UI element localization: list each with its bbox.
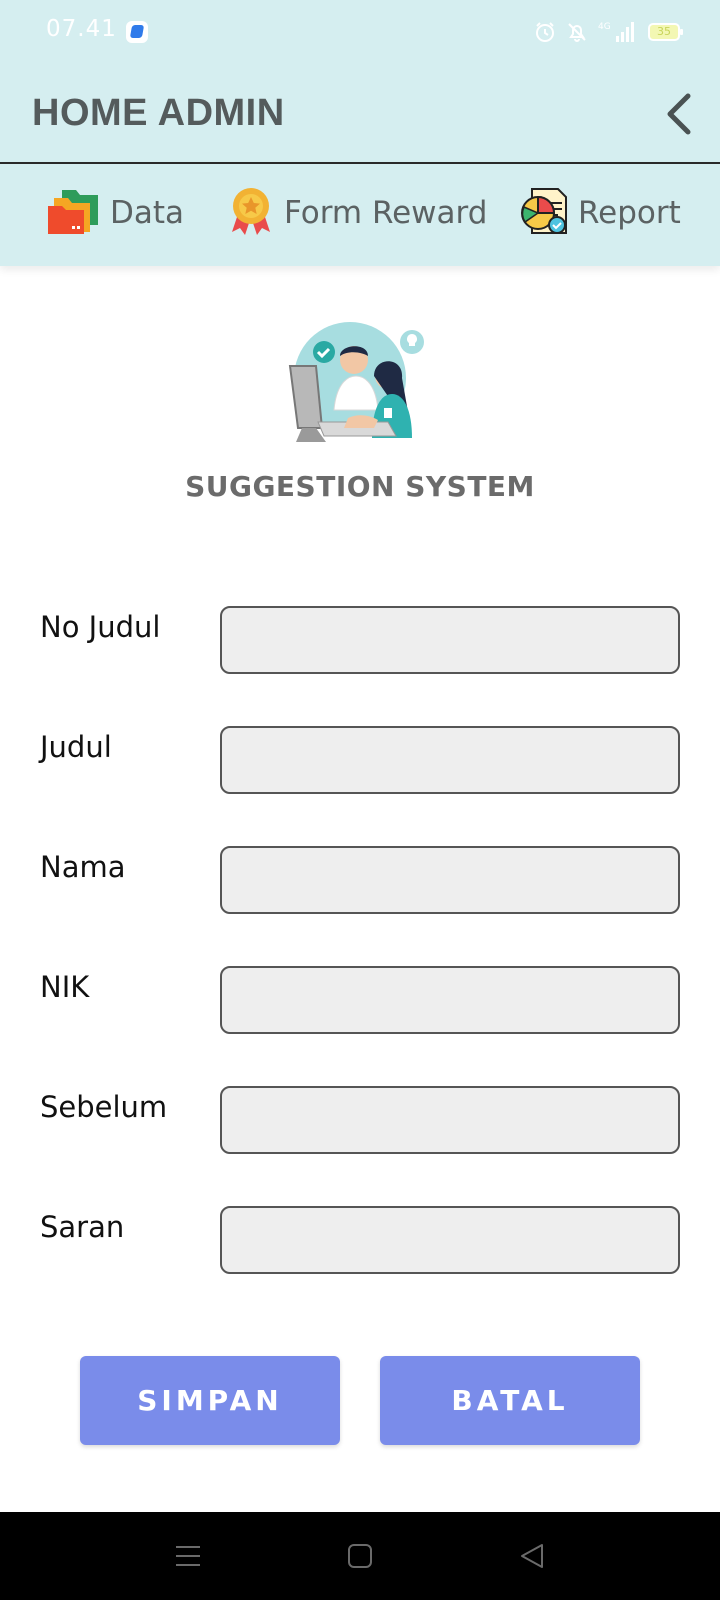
top-menu: Data Form Reward Report [0,164,720,266]
nama-input[interactable] [220,846,680,914]
page-title: SUGGESTION SYSTEM [185,470,535,503]
menu-item-label: Report [578,195,681,231]
status-bar: 07.41 4G 35 [0,0,720,64]
field-label: Judul [40,730,112,764]
form-row-no-judul: No Judul [0,606,720,676]
form-row-nama: Nama [0,846,720,916]
back-triangle-icon[interactable] [516,1540,548,1572]
app-bar: HOME ADMIN [0,64,720,164]
chevron-left-icon [667,93,691,135]
status-time: 07.41 [46,16,117,42]
save-button[interactable]: SIMPAN [80,1356,340,1445]
status-icons: 4G 35 [534,18,683,46]
menu-item-label: Form Reward [284,195,488,231]
judul-input[interactable] [220,726,680,794]
suggestion-illustration [288,318,434,452]
back-button[interactable] [660,90,696,138]
menu-icon[interactable] [172,1540,204,1572]
menu-item-data[interactable]: Data [48,186,184,240]
menu-item-report[interactable]: Report [520,186,681,240]
battery-icon: 35 [648,23,683,41]
menu-item-label: Data [110,195,185,231]
form-row-judul: Judul [0,726,720,796]
field-label: Sebelum [40,1090,168,1124]
network-type-label: 4G [598,22,611,32]
menu-item-form-reward[interactable]: Form Reward [228,186,487,240]
saran-input[interactable] [220,1206,680,1274]
form-row-saran: Saran [0,1206,720,1276]
page-header-title: HOME ADMIN [32,92,285,134]
no-judul-input[interactable] [220,606,680,674]
app-notification-icon [126,21,148,43]
report-chart-icon [520,187,568,239]
field-label: NIK [40,970,90,1004]
notifications-off-icon [566,21,588,43]
medal-icon [228,186,274,240]
sebelum-input[interactable] [220,1086,680,1154]
nik-input[interactable] [220,966,680,1034]
form-row-sebelum: Sebelum [0,1086,720,1156]
system-nav-bar [0,1512,720,1600]
signal-icon: 4G [598,20,638,44]
home-icon[interactable] [344,1540,376,1572]
alarm-icon [534,21,556,43]
field-label: No Judul [40,610,161,644]
field-label: Saran [40,1210,125,1244]
cancel-button[interactable]: BATAL [380,1356,640,1445]
form-row-nik: NIK [0,966,720,1036]
folder-icon [48,188,100,238]
field-label: Nama [40,850,126,884]
